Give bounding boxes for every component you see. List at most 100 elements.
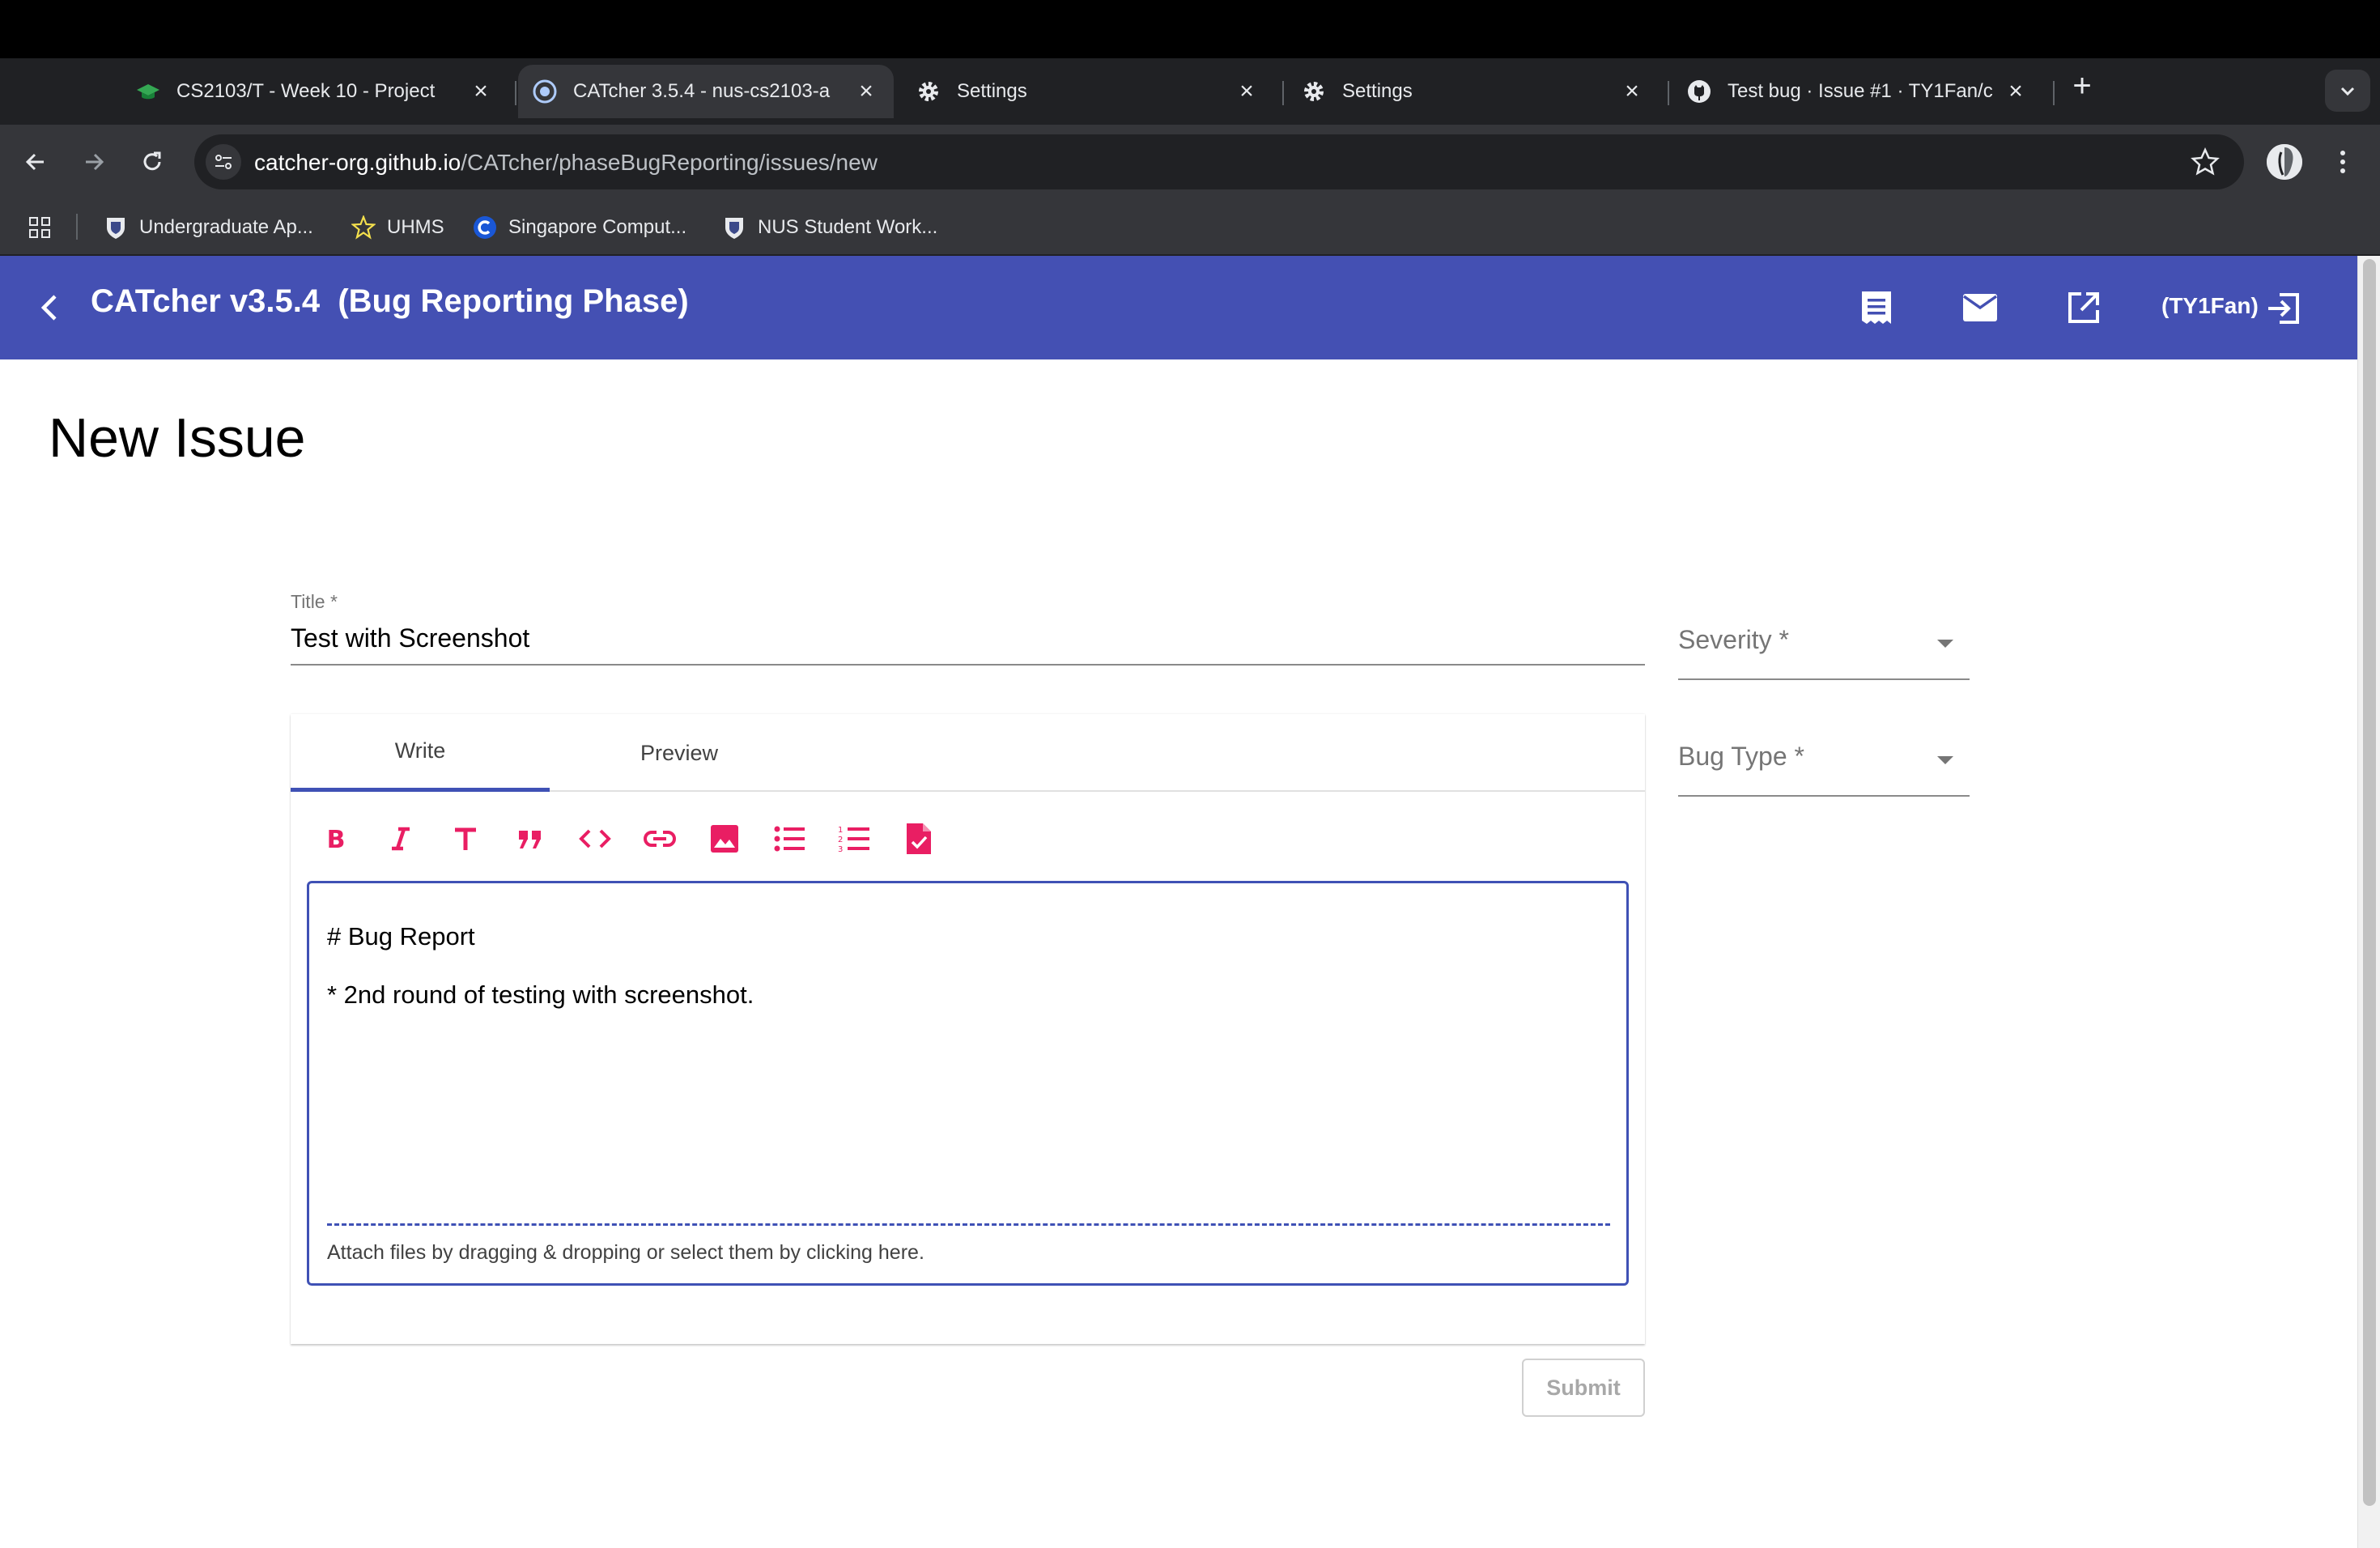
email-button[interactable] [1959,287,2001,329]
select-underline [1678,795,1970,797]
chevron-left-icon [40,295,57,321]
profile-avatar[interactable] [2267,144,2302,180]
code-icon[interactable] [572,816,618,861]
url-host: catcher-org.github.io [254,150,461,175]
bookmark-star-icon[interactable] [2189,146,2221,178]
severity-placeholder: Severity * [1678,625,1789,654]
reload-button[interactable] [130,139,175,185]
browser-tab-title: Test bug · Issue #1 · TY1Fan/c [1728,80,1993,102]
tab-preview[interactable]: Preview [550,714,809,792]
arrow-left-icon [25,153,44,171]
select-underline [1678,678,1970,680]
app-title: CATcher v3.5.4 (Bug Reporting Phase) [91,283,689,319]
forward-button[interactable] [71,139,117,185]
graduation-cap-icon [136,79,160,104]
browser-tab-catcher[interactable]: CATcher 3.5.4 - nus-cs2103-a × [518,65,894,118]
reload-icon [143,151,161,171]
description-line: # Bug Report [327,922,475,950]
browser-toolbar: catcher-org.github.io/CATcher/phaseBugRe… [0,125,2380,199]
browser-tab-settings-1[interactable]: Settings × [916,65,1274,118]
view-issues-button[interactable] [1855,287,1898,329]
logout-button[interactable] [2265,290,2302,327]
mail-icon [1962,294,1998,321]
editor-tabs: Write Preview [291,714,1645,792]
title-input-underline [291,664,1645,666]
apps-grid-icon [29,217,50,238]
numbered-list-icon[interactable]: 123 [831,816,877,861]
bold-icon[interactable]: B [313,816,359,861]
close-icon[interactable]: × [1234,79,1260,104]
svg-text:3: 3 [838,845,843,853]
close-icon[interactable]: × [1619,79,1645,104]
browser-tab-title: Settings [957,80,1027,102]
description-textarea[interactable]: # Bug Report * 2nd round of testing with… [307,881,1629,1286]
title-field-label: Title * [291,591,338,612]
back-button[interactable] [13,139,58,185]
bug-type-placeholder: Bug Type * [1678,742,1804,771]
tab-separator [515,81,516,105]
bookmark-uhms[interactable]: UHMS [351,212,444,243]
gear-icon [1302,79,1326,104]
svg-text:B: B [327,826,346,852]
svg-text:1: 1 [838,826,843,835]
heading-icon[interactable] [443,816,488,861]
nus-crest-icon [104,215,128,240]
github-icon [1687,79,1711,104]
tab-strip: CS2103/T - Week 10 - Project × CATcher 3… [0,58,2380,125]
bookmark-undergraduate[interactable]: Undergraduate Ap... [104,212,313,243]
page-scrollbar[interactable] [2357,256,2380,1548]
url-text: catcher-org.github.io/CATcher/phaseBugRe… [254,150,878,176]
bookmark-separator [76,214,78,240]
image-icon[interactable] [702,816,747,861]
nus-crest-icon [722,215,746,240]
bookmark-label: NUS Student Work... [758,216,938,238]
tab-search-button[interactable] [2325,70,2370,112]
c-logo-icon [473,215,497,240]
bookmark-nus-student-work[interactable]: NUS Student Work... [722,212,937,243]
bulleted-list-icon[interactable] [767,816,812,861]
address-bar[interactable]: catcher-org.github.io/CATcher/phaseBugRe… [194,134,2244,189]
title-input[interactable]: Test with Screenshot [291,623,529,653]
close-icon[interactable]: × [2003,79,2029,104]
browser-tab-github-issue[interactable]: Test bug · Issue #1 · TY1Fan/c × [1687,65,2043,118]
bookmarks-bar: Undergraduate Ap... UHMS Singapore Compu… [0,199,2380,256]
bug-type-select[interactable]: Bug Type * [1678,742,1970,806]
back-nav-button[interactable] [31,288,70,327]
url-path: /CATcher/phaseBugReporting/issues/new [461,150,878,175]
tab-write[interactable]: Write [291,714,550,792]
open-external-button[interactable] [2063,287,2105,329]
browser-tab-settings-2[interactable]: Settings × [1302,65,1660,118]
browser-tab-cs2103[interactable]: CS2103/T - Week 10 - Project × [136,65,508,118]
quote-icon[interactable] [508,816,553,861]
bookmark-label: Undergraduate Ap... [139,216,313,238]
italic-icon[interactable] [378,816,423,861]
dropdown-arrow-icon [1937,756,1953,764]
submit-button[interactable]: Submit [1522,1359,1645,1417]
close-icon[interactable]: × [853,79,879,104]
app-viewport: CATcher v3.5.4 (Bug Reporting Phase) (TY… [0,256,2380,1548]
scrollbar-thumb[interactable] [2363,259,2376,1506]
task-list-icon[interactable] [896,816,941,861]
description-line: * 2nd round of testing with screenshot. [327,980,754,1009]
site-settings-icon[interactable] [206,144,241,180]
close-icon[interactable]: × [468,79,494,104]
attach-files-link[interactable]: Attach files by dragging & dropping or s… [327,1241,924,1265]
bookmark-label: Singapore Comput... [508,216,687,238]
apps-grid-button[interactable] [28,212,52,243]
severity-select[interactable]: Severity * [1678,625,1970,690]
bookmark-label: UHMS [387,216,444,238]
tab-separator [2053,81,2055,105]
attach-divider [327,1223,1610,1226]
browser-menu-button[interactable] [2327,144,2359,180]
mac-menubar [0,0,2380,58]
catcher-icon [533,79,557,104]
gear-icon [916,79,941,104]
open-in-new-icon [2068,292,2099,323]
tab-separator [1282,81,1284,105]
bookmark-singapore-computer[interactable]: Singapore Comput... [473,212,686,243]
browser-tab-title: Settings [1342,80,1413,102]
chevron-down-icon [2340,87,2355,96]
page-title: New Issue [49,407,306,469]
link-icon[interactable] [637,816,682,861]
new-tab-button[interactable]: + [2064,68,2100,104]
